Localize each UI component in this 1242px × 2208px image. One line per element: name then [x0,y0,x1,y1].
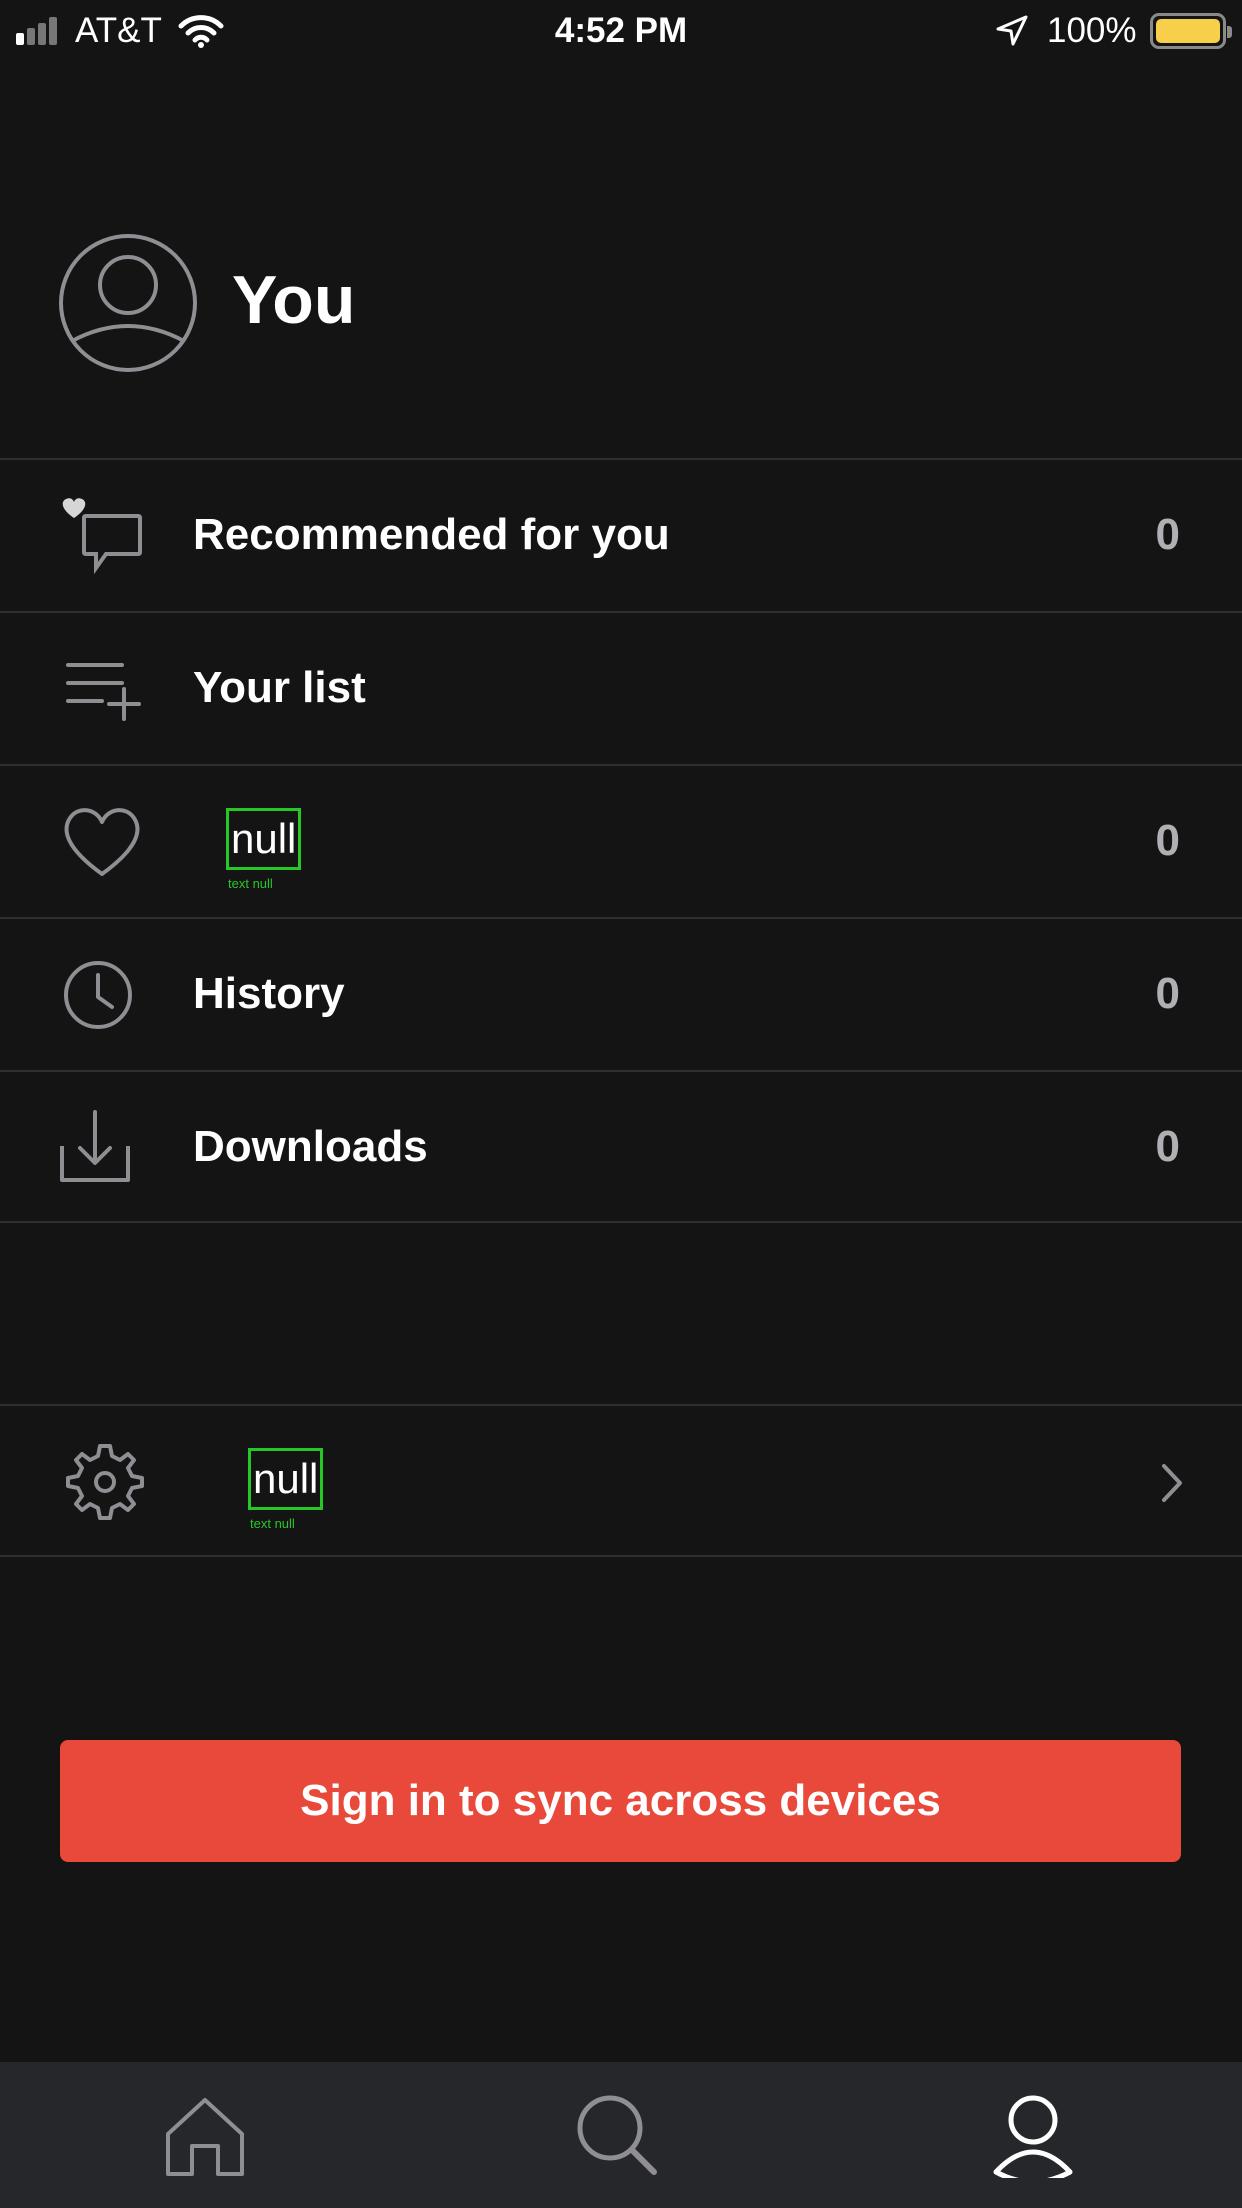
menu-item-label: History [193,969,345,1018]
search-icon[interactable] [572,2092,662,2178]
chevron-right-icon [1162,1464,1182,1502]
menu-item-count: 0 [1155,969,1180,1018]
menu-item-count: 0 [1155,816,1180,865]
status-bar: AT&T 4:52 PM 100% [0,0,1242,62]
menu-item-caption: text null [228,876,273,891]
menu-item-label: Recommended for you [193,510,670,559]
menu-item-label: null [226,808,302,870]
download-icon [60,1110,130,1182]
gear-icon [66,1444,144,1520]
location-arrow-icon [996,15,1028,46]
menu-item-label: Downloads [193,1122,428,1171]
settings-caption: text null [250,1516,295,1531]
settings-label: null [248,1448,324,1510]
menu-item-favorites[interactable]: null text null 0 [0,764,1242,917]
menu-item-recommended[interactable]: Recommended for you 0 [0,458,1242,611]
heart-chat-icon [62,498,142,575]
avatar-icon[interactable] [58,233,198,373]
library-menu: Recommended for you 0 Your list null tex… [0,458,1242,1223]
bottom-tab-bar [0,2062,1242,2208]
battery-percentage: 100% [1047,11,1137,50]
battery-icon [1150,13,1232,49]
clock-icon [64,961,132,1029]
menu-item-history[interactable]: History 0 [0,917,1242,1070]
page-title: You [232,262,356,338]
profile-icon[interactable] [988,2092,1078,2178]
menu-item-count: 0 [1155,510,1180,559]
menu-item-count: 0 [1155,1122,1180,1171]
sign-in-button[interactable]: Sign in to sync across devices [60,1740,1181,1862]
heart-icon [64,808,140,876]
home-icon[interactable] [160,2092,250,2178]
menu-item-label: Your list [193,663,366,712]
you-screen: AT&T 4:52 PM 100% You Recommended for yo… [0,0,1242,2208]
menu-item-downloads[interactable]: Downloads 0 [0,1070,1242,1223]
settings-row[interactable]: null text null [0,1404,1242,1557]
menu-item-your-list[interactable]: Your list [0,611,1242,764]
list-add-icon [66,663,141,721]
